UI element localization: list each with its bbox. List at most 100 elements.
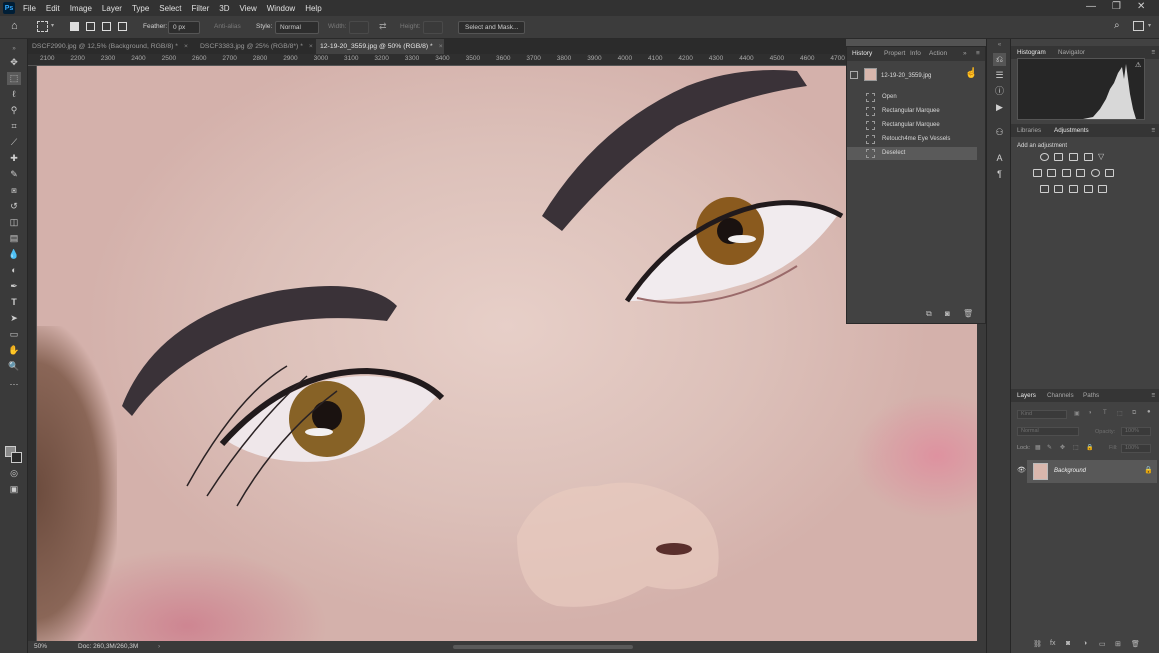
layer-visibility-eye-icon[interactable]: 👁: [1017, 466, 1026, 474]
history-brush-tool-icon[interactable]: ↺: [7, 200, 21, 213]
gradient-map-icon[interactable]: [1084, 185, 1093, 193]
tab-layers[interactable]: Layers: [1017, 392, 1036, 399]
curves-icon[interactable]: [1069, 153, 1078, 161]
marquee-tool-preset-icon[interactable]: [37, 21, 48, 32]
lock-image-icon[interactable]: ✎: [1047, 444, 1052, 451]
filter-type-icon[interactable]: T: [1103, 410, 1107, 416]
link-layers-icon[interactable]: ⛓: [1033, 640, 1042, 648]
quick-mask-icon[interactable]: ◎: [7, 467, 21, 480]
zoom-tool-icon[interactable]: 🔍: [7, 360, 21, 373]
history-step[interactable]: Open: [847, 91, 977, 104]
filter-toggle-icon[interactable]: ●: [1147, 409, 1151, 415]
color-lookup-icon[interactable]: [1105, 169, 1114, 177]
add-mask-icon[interactable]: ◙: [1066, 640, 1070, 647]
menu-select[interactable]: Select: [159, 4, 181, 13]
tab-history[interactable]: History: [852, 50, 872, 57]
rectangular-marquee-tool-icon[interactable]: ⬚: [7, 72, 21, 85]
panel-menu-icon[interactable]: ≡: [1151, 392, 1155, 399]
create-snapshot-icon[interactable]: ◙: [945, 309, 950, 318]
menu-help[interactable]: Help: [305, 4, 321, 13]
menu-layer[interactable]: Layer: [102, 4, 122, 13]
history-brush-source-icon[interactable]: [850, 71, 858, 79]
tab-libraries[interactable]: Libraries: [1017, 127, 1041, 134]
menu-edit[interactable]: Edit: [46, 4, 60, 13]
feather-input[interactable]: 0 px: [168, 21, 200, 34]
tab-channels[interactable]: Channels: [1047, 392, 1074, 399]
new-document-from-state-icon[interactable]: ⧉: [926, 309, 932, 319]
menu-type[interactable]: Type: [132, 4, 149, 13]
lock-position-icon[interactable]: ✥: [1060, 444, 1065, 451]
filter-adjustment-icon[interactable]: ◑: [1088, 410, 1092, 416]
black-white-icon[interactable]: [1062, 169, 1071, 177]
history-step-selected[interactable]: Deselect: [847, 147, 977, 160]
layer-row-background[interactable]: Background 🔒: [1027, 460, 1157, 483]
paragraph-panel-icon[interactable]: ¶: [993, 168, 1006, 181]
home-icon[interactable]: ⌂: [11, 20, 18, 32]
filter-smart-object-icon[interactable]: ⧉: [1132, 410, 1136, 417]
layer-kind-filter[interactable]: Kind: [1017, 410, 1067, 419]
minimize-icon[interactable]: —: [1086, 1, 1096, 12]
photo-filter-icon[interactable]: [1076, 169, 1085, 177]
layer-style-fx-icon[interactable]: fx: [1050, 640, 1055, 647]
history-step[interactable]: Retouch4me Eye Vessels: [847, 133, 977, 146]
hand-tool-icon[interactable]: ✋: [7, 344, 21, 357]
tab-info[interactable]: Info: [910, 50, 921, 57]
exposure-icon[interactable]: [1084, 153, 1093, 161]
panel-menu-icon[interactable]: ≡: [1151, 49, 1155, 56]
pen-tool-icon[interactable]: ✒: [7, 280, 21, 293]
info-panel-icon[interactable]: ⓘ: [993, 85, 1006, 98]
panel-expand-icon[interactable]: »: [963, 50, 967, 57]
properties-panel-icon[interactable]: ☰: [993, 69, 1006, 82]
select-and-mask-button[interactable]: Select and Mask...: [458, 21, 526, 34]
learn-panel-icon[interactable]: ⚇: [993, 126, 1006, 139]
path-selection-tool-icon[interactable]: ➤: [7, 312, 21, 325]
blend-mode-select[interactable]: Normal: [1017, 427, 1079, 436]
tab-properties[interactable]: Propert: [884, 50, 905, 57]
new-adjustment-layer-icon[interactable]: ◑: [1083, 640, 1087, 647]
close-tab-icon[interactable]: ×: [184, 43, 188, 50]
channel-mixer-icon[interactable]: [1091, 169, 1100, 177]
selective-color-icon[interactable]: [1098, 185, 1107, 193]
fill-input[interactable]: 100%: [1121, 444, 1151, 453]
blur-tool-icon[interactable]: 💧: [7, 248, 21, 261]
photoshop-logo-icon[interactable]: Ps: [3, 2, 15, 14]
menu-file[interactable]: File: [23, 4, 36, 13]
lock-all-icon[interactable]: 🔒: [1086, 444, 1093, 451]
menu-window[interactable]: Window: [267, 4, 295, 13]
style-select[interactable]: Normal: [275, 21, 319, 34]
tab-dscf3383[interactable]: DSCF3383.jpg @ 25% (RGB/8*) * ×: [196, 39, 314, 54]
posterize-icon[interactable]: [1054, 185, 1063, 193]
zoom-level[interactable]: 50%: [34, 643, 47, 650]
gradient-tool-icon[interactable]: ▤: [7, 232, 21, 245]
spot-healing-tool-icon[interactable]: ✚: [7, 152, 21, 165]
quick-selection-tool-icon[interactable]: ⚲: [7, 104, 21, 117]
workspace-chevron-icon[interactable]: ▾: [1148, 22, 1151, 29]
filter-pixel-icon[interactable]: ▣: [1074, 410, 1080, 417]
brightness-contrast-icon[interactable]: [1040, 153, 1049, 161]
horizontal-scrollbar[interactable]: [453, 645, 633, 649]
lasso-tool-icon[interactable]: ℓ: [7, 88, 21, 101]
swap-icon[interactable]: ⇄: [379, 21, 387, 32]
restore-icon[interactable]: ❐: [1112, 1, 1121, 12]
brush-tool-icon[interactable]: ✎: [7, 168, 21, 181]
background-color-swatch[interactable]: [11, 452, 22, 463]
clone-stamp-tool-icon[interactable]: ⧆: [7, 184, 21, 197]
close-tab-icon[interactable]: ×: [309, 43, 313, 50]
history-panel-icon[interactable]: ⎌: [993, 53, 1006, 66]
crop-tool-icon[interactable]: ⌗: [7, 120, 21, 133]
search-icon[interactable]: ⌕: [1114, 20, 1120, 31]
menu-image[interactable]: Image: [70, 4, 92, 13]
actions-panel-icon[interactable]: ▶: [993, 101, 1006, 114]
threshold-icon[interactable]: [1069, 185, 1078, 193]
history-step[interactable]: Rectangular Marquee: [847, 105, 977, 118]
subtract-selection-icon[interactable]: [102, 22, 111, 31]
new-layer-icon[interactable]: ⊞: [1115, 640, 1121, 648]
menu-filter[interactable]: Filter: [192, 4, 210, 13]
eyedropper-tool-icon[interactable]: ⟋: [7, 136, 21, 149]
menu-3d[interactable]: 3D: [219, 4, 229, 13]
collapse-toolbar-icon[interactable]: »: [7, 43, 21, 56]
height-input[interactable]: [423, 21, 443, 34]
width-input[interactable]: [349, 21, 369, 34]
delete-state-icon[interactable]: 🗑: [963, 309, 973, 318]
filter-shape-icon[interactable]: ⬚: [1117, 410, 1123, 417]
